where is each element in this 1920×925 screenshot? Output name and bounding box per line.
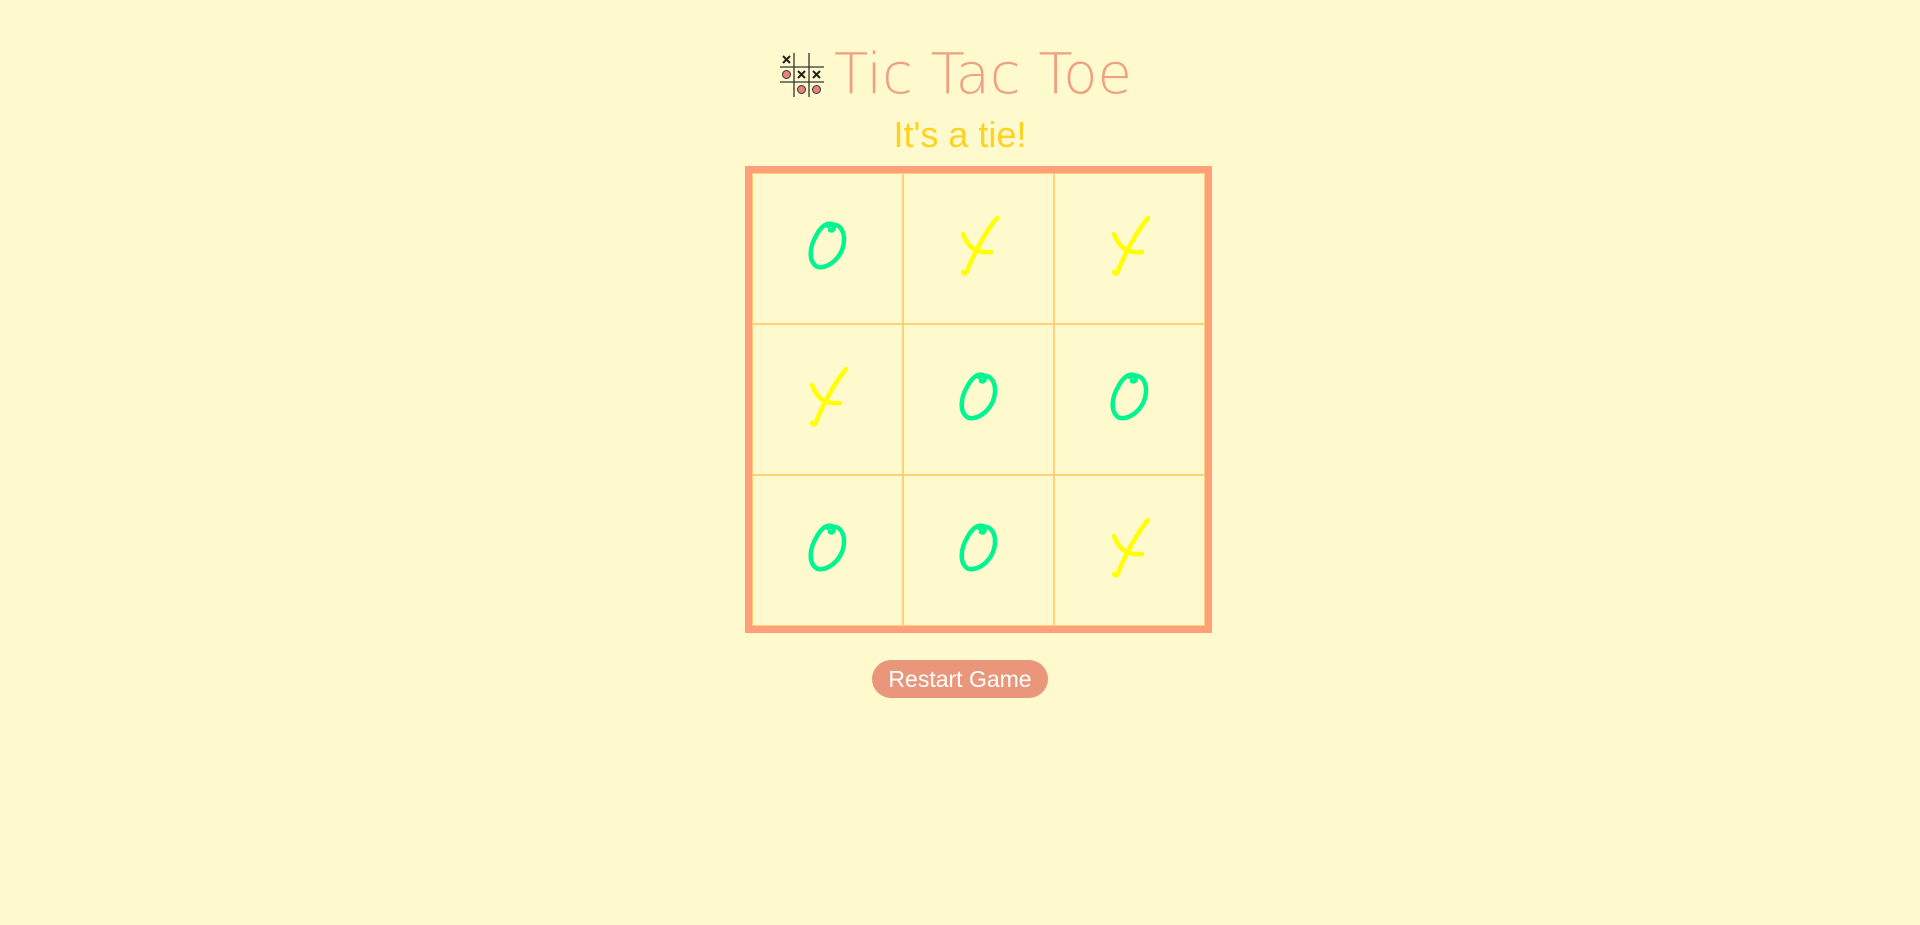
- board-cell-7[interactable]: [752, 475, 903, 626]
- x-mark-icon: [1111, 517, 1150, 578]
- header: Tic Tac Toe: [0, 40, 1920, 110]
- tic-tac-toe-logo-icon: [780, 53, 825, 97]
- board-cell-2[interactable]: [903, 173, 1054, 324]
- board-cell-4[interactable]: [752, 324, 903, 475]
- o-mark-icon: [959, 371, 997, 420]
- board-cell-5[interactable]: [903, 324, 1054, 475]
- x-mark-icon: [1111, 215, 1150, 276]
- board-cell-1[interactable]: [752, 173, 903, 324]
- o-mark-icon: [959, 522, 997, 571]
- x-mark-icon: [960, 215, 999, 276]
- page-title: Tic Tac Toe: [834, 42, 1132, 107]
- x-mark-icon: [809, 366, 848, 427]
- o-mark-icon: [1110, 371, 1148, 420]
- board-cell-6[interactable]: [1054, 324, 1205, 475]
- o-mark-icon: [808, 522, 846, 571]
- board-cell-8[interactable]: [903, 475, 1054, 626]
- board-cell-3[interactable]: [1054, 173, 1205, 324]
- board-cell-9[interactable]: [1054, 475, 1205, 626]
- restart-game-button[interactable]: Restart Game: [872, 660, 1048, 698]
- game-page: Tic Tac Toe It's a tie! Restart Game: [0, 0, 1920, 925]
- game-status: It's a tie!: [893, 114, 1027, 155]
- game-board: [745, 166, 1212, 633]
- o-mark-icon: [808, 220, 846, 269]
